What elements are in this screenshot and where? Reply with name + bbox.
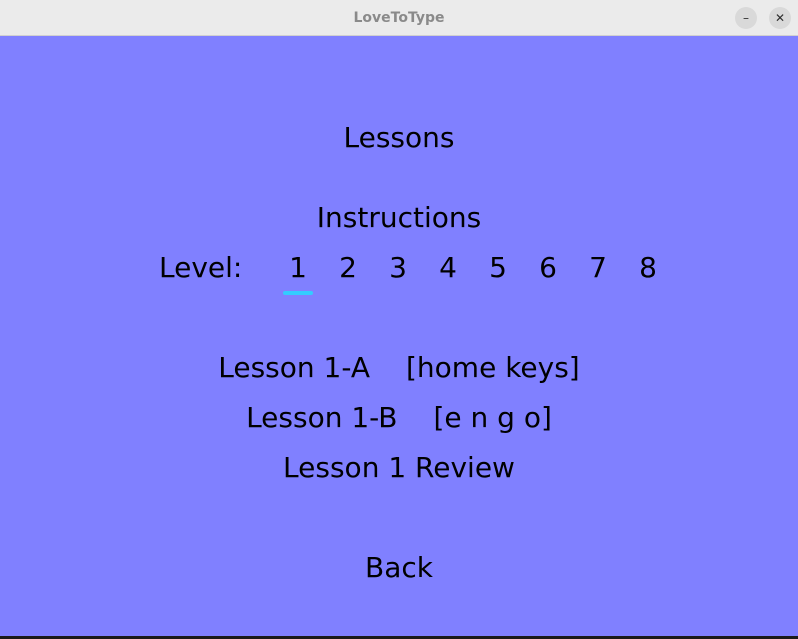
lesson-name: Lesson 1-B xyxy=(246,401,398,434)
lesson-name: Lesson 1-A xyxy=(218,351,370,384)
instructions-link[interactable]: Instructions xyxy=(0,198,798,238)
selected-level-indicator xyxy=(283,291,313,295)
level-option-3[interactable]: 3 xyxy=(383,248,413,288)
lesson-item-1b[interactable]: Lesson 1-B [e n g o] xyxy=(0,398,798,438)
level-option-4[interactable]: 4 xyxy=(433,248,463,288)
level-option-7[interactable]: 7 xyxy=(583,248,613,288)
minimize-button[interactable]: – xyxy=(735,7,757,29)
lesson-keys: [home keys] xyxy=(406,351,580,384)
lesson-keys: [e n g o] xyxy=(433,401,552,434)
back-button[interactable]: Back xyxy=(0,548,798,588)
level-label: Level: xyxy=(159,251,243,284)
close-icon: ✕ xyxy=(774,11,786,25)
app-window: LoveToType – ✕ Lessons Instructions Leve… xyxy=(0,0,798,639)
lesson-item-1a[interactable]: Lesson 1-A [home keys] xyxy=(0,348,798,388)
lesson-item-review[interactable]: Lesson 1 Review xyxy=(0,448,798,488)
close-button[interactable]: ✕ xyxy=(769,7,791,29)
level-selector: Level: 1 2 3 4 5 6 7 8 xyxy=(0,248,798,298)
page-title: Lessons xyxy=(343,121,455,154)
level-option-8[interactable]: 8 xyxy=(633,248,663,288)
minimize-icon: – xyxy=(743,11,749,25)
level-option-1[interactable]: 1 xyxy=(283,248,313,288)
level-option-2[interactable]: 2 xyxy=(333,248,363,288)
window-title: LoveToType xyxy=(353,10,445,26)
level-option-6[interactable]: 6 xyxy=(533,248,563,288)
title-bar[interactable]: LoveToType – ✕ xyxy=(0,0,798,36)
lessons-screen: Lessons Instructions Level: 1 2 3 4 5 6 … xyxy=(0,36,798,636)
lesson-name: Lesson 1 Review xyxy=(283,451,515,484)
level-option-5[interactable]: 5 xyxy=(483,248,513,288)
